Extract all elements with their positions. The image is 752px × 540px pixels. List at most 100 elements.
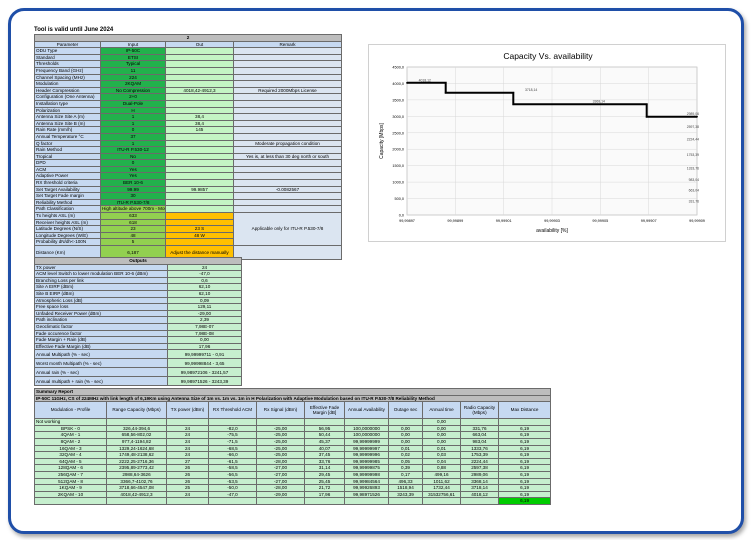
parameter-out	[165, 152, 234, 161]
summary-footer-cell	[344, 497, 389, 505]
output-row: Annual multipath + rain (% - sec) 99,9897…	[34, 376, 243, 387]
parameter-input[interactable]: ITU-R P.530-7/8	[100, 198, 166, 207]
data-label: 2224,44	[687, 137, 699, 141]
parameter-input[interactable]: 1	[100, 139, 166, 148]
summary-cell: 99,98971526	[344, 490, 389, 499]
parameter-row: Thresholds Typical	[34, 60, 342, 68]
parameter-input[interactable]: No Compression	[100, 86, 166, 95]
parameter-row: ACM Yes	[34, 165, 342, 174]
summary-cell: 99,99999997	[344, 444, 389, 453]
summary-cell	[388, 418, 423, 426]
parameter-input[interactable]: 224	[100, 73, 166, 82]
summary-cell: -61,5	[208, 457, 257, 466]
parameter-out	[165, 47, 234, 55]
summary-row: 4QAM - 1 658,56-802,02 24 -75,5 -25,00 50,44 1…	[34, 431, 552, 439]
parameter-input[interactable]: High altitude above 700m - Mountains	[100, 205, 166, 214]
data-label: 2597,38	[687, 125, 699, 129]
parameter-input[interactable]: 23	[100, 225, 166, 233]
output-label: Fade Margin + Rain (dB)	[34, 336, 168, 344]
parameter-remark	[233, 146, 342, 154]
output-row: Fade Margin + Rain (dB) 0,00	[34, 336, 243, 344]
summary-col-header: RX Threshold ACM	[208, 401, 257, 420]
output-row: Fade occurence factor 7,98E-08	[34, 329, 243, 338]
summary-cell: 4018,42-4912,3	[106, 490, 167, 499]
parameter-input[interactable]: 37	[100, 132, 166, 141]
parameter-input[interactable]: 0	[100, 126, 166, 134]
parameter-input[interactable]: IP-50C	[100, 47, 166, 55]
parameter-label: ODU Type	[34, 47, 101, 55]
y-tick-label: 3500,0	[392, 98, 404, 102]
parameter-remark	[233, 66, 342, 75]
parameter-input[interactable]: 0	[100, 159, 166, 167]
summary-cell: 1329,24-1624,68	[106, 444, 167, 453]
parameter-input[interactable]: 2+0	[100, 93, 166, 101]
parameter-input[interactable]: 1	[100, 113, 166, 121]
summary-cell: BPSK - 0	[34, 424, 107, 433]
y-tick-label: 1500,0	[392, 164, 404, 168]
parameter-row: Polarization H	[34, 106, 342, 115]
summary-cell: 24	[166, 431, 209, 439]
summary-footer-cell	[304, 497, 345, 505]
parameter-out	[165, 60, 234, 68]
summary-footer-cell	[460, 497, 499, 505]
output-value: 24	[166, 263, 243, 272]
summary-cell: 512QAM - 8	[34, 477, 107, 486]
parameter-input[interactable]: 11	[100, 66, 166, 75]
parameter-input[interactable]: No	[100, 152, 166, 161]
parameter-input[interactable]: Yes	[100, 165, 166, 174]
parameter-out	[165, 93, 234, 101]
summary-cell: 2597,38	[460, 464, 499, 472]
parameter-input[interactable]: 633	[100, 212, 166, 220]
parameter-input[interactable]: Typical	[100, 60, 166, 68]
parameter-input[interactable]: Yes	[100, 172, 166, 181]
summary-cell: -28,00	[256, 457, 305, 466]
parameter-input[interactable]: H	[100, 106, 166, 115]
x-tick-label: 99,99901	[496, 219, 512, 223]
summary-cell: 0,00	[422, 437, 461, 446]
parameter-label: Header Compression	[34, 86, 101, 95]
summary-cell: 24	[166, 437, 209, 446]
parameter-out	[165, 192, 234, 200]
summary-cell: 0,04	[422, 457, 461, 466]
output-row: Annual rain (% - sec) 99,98972106 - 3241,…	[34, 367, 243, 378]
parameter-input[interactable]: 1	[100, 119, 166, 128]
parameter-input[interactable]: BER 10-6	[100, 179, 166, 187]
parameter-input[interactable]: Dual-Pole	[100, 99, 166, 108]
parameter-out	[165, 66, 234, 75]
summary-cell: -53,5	[208, 477, 257, 486]
parameter-remark	[233, 165, 342, 174]
parameter-input[interactable]: 99.99	[100, 185, 166, 194]
parameter-label: Adaptive Power	[34, 172, 101, 181]
summary-cell: -82,0	[208, 424, 257, 433]
summary-cell: 6,19	[497, 470, 552, 479]
parameter-input[interactable]: 5	[100, 238, 166, 246]
parameter-input[interactable]: ETSI	[100, 53, 166, 62]
parameter-input[interactable]: ITU-R P.530-12	[100, 146, 166, 154]
section-number: 2	[34, 34, 342, 42]
data-label: 663,04	[689, 189, 699, 193]
output-value: -29,00	[166, 309, 243, 318]
output-value: 62,10	[166, 283, 243, 291]
summary-row: 8QAM - 2 977,4-1194,82 24 -71,5 -25,00 45,37 9…	[34, 437, 552, 446]
summary-cell: 29,45	[304, 470, 345, 479]
parameter-input[interactable]: 48	[100, 231, 166, 240]
summary-row: 256QAM - 7 2988,64-3626 26 -56,5 -27,00 29,45…	[34, 470, 552, 479]
summary-cell: -58,5	[208, 464, 257, 472]
summary-cell: -29,00	[256, 490, 305, 499]
summary-footer-cell	[388, 497, 423, 505]
parameter-input[interactable]: 618	[100, 218, 166, 227]
summary-footer-cell	[208, 497, 257, 505]
parameter-label: Installation type	[34, 99, 101, 108]
summary-cell: 331,76	[460, 424, 499, 433]
parameter-out	[165, 132, 234, 141]
summary-cell: 6,19	[497, 444, 552, 453]
summary-cell: -25,00	[256, 424, 305, 433]
summary-cell: 0,00	[422, 418, 461, 426]
x-tick-label: 99,99899	[447, 219, 463, 223]
output-row: Free space loss 129,11	[34, 303, 243, 311]
summary-cell: 24	[166, 490, 209, 499]
parameter-label: Tropical	[34, 152, 101, 161]
parameter-input[interactable]: 2KQAM	[100, 80, 166, 88]
parameter-input[interactable]: 30	[100, 192, 166, 200]
parameter-remark	[233, 73, 342, 82]
